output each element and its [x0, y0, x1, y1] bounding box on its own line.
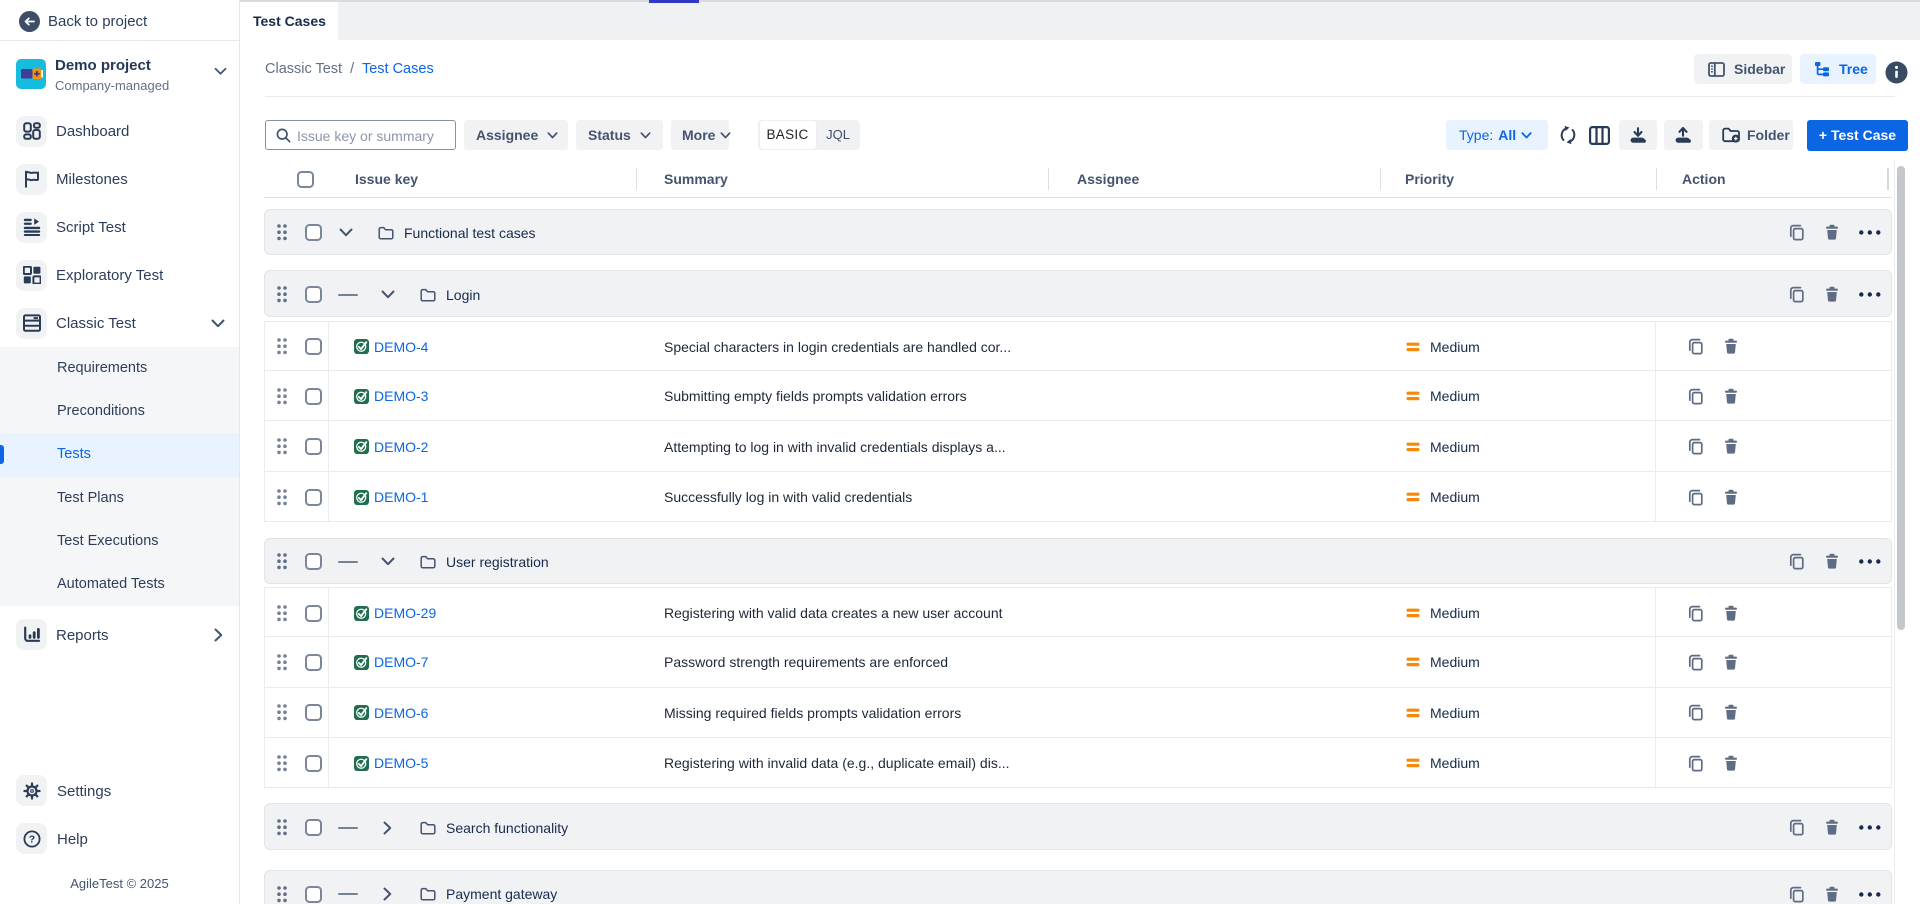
svg-text:?: ?	[28, 833, 34, 845]
